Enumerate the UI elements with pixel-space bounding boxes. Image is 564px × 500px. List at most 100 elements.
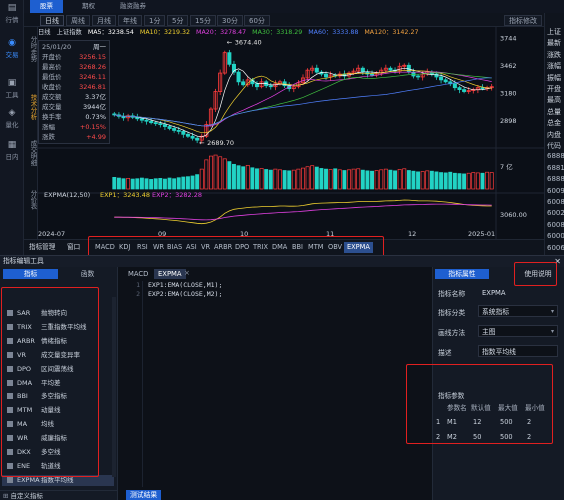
volume-bar[interactable] (199, 168, 204, 190)
side-tab-technical[interactable]: 技术分析 (24, 89, 38, 125)
volume-bar[interactable] (462, 173, 467, 190)
candle-body[interactable] (314, 67, 319, 73)
volume-bar[interactable] (282, 170, 287, 190)
volume-bar[interactable] (172, 178, 177, 190)
volume-bar[interactable] (429, 170, 434, 190)
code-tab-expma[interactable]: EXPMA (154, 269, 186, 279)
kline-chart[interactable]: 37443462318028987 亿3060.00← 3674.40← 268… (38, 27, 544, 239)
volume-bar[interactable] (218, 156, 223, 190)
side-tab-timeshare[interactable]: 分时走势 (24, 31, 38, 67)
volume-bar[interactable] (236, 165, 241, 190)
volume-bar[interactable] (411, 170, 416, 190)
nav-quant[interactable]: ◈ 量化 (0, 108, 24, 129)
volume-bar[interactable] (268, 169, 273, 190)
list-scrollbar[interactable] (112, 297, 116, 477)
volume-bar[interactable] (406, 170, 411, 190)
volume-bar[interactable] (466, 172, 471, 190)
volume-bar[interactable] (190, 175, 195, 190)
volume-bar[interactable] (227, 161, 232, 190)
ma-symbol[interactable]: 上证指数 (57, 29, 82, 36)
candle-body[interactable] (158, 123, 163, 126)
volume-bar[interactable] (139, 177, 144, 190)
category-select[interactable]: 系统指标 ▾ (478, 305, 558, 317)
volume-bar[interactable] (425, 170, 430, 190)
volume-bar[interactable] (167, 177, 172, 190)
volume-bar[interactable] (485, 171, 490, 190)
candle-body[interactable] (185, 133, 190, 137)
period-week[interactable]: 周线 (66, 15, 90, 26)
volume-bar[interactable] (255, 168, 259, 190)
volume-bar[interactable] (232, 163, 236, 190)
volume-bar[interactable] (245, 164, 250, 190)
volume-bar[interactable] (379, 169, 384, 190)
tab-stock[interactable]: 股票 (30, 0, 63, 13)
code-tab-macd[interactable]: MACD (124, 269, 152, 279)
period-1min[interactable]: 1分 (144, 15, 166, 26)
volume-bar[interactable] (278, 169, 282, 190)
candle-body[interactable] (439, 76, 444, 81)
candle-body[interactable] (241, 81, 246, 86)
volume-bar[interactable] (324, 168, 328, 190)
candle-body[interactable] (144, 119, 149, 122)
period-month[interactable]: 月线 (92, 15, 116, 26)
candle-body[interactable] (236, 71, 241, 83)
volume-bar[interactable] (439, 172, 444, 190)
code-line[interactable]: 1 EXP1:EMA(CLOSE,M1); (122, 281, 222, 289)
period-60min[interactable]: 60分 (244, 15, 270, 26)
volume-bar[interactable] (319, 168, 324, 190)
nav-tools[interactable]: ▣ 工具 (0, 78, 24, 99)
window-tab[interactable]: 窗口 (64, 242, 83, 253)
candle-body[interactable] (162, 124, 167, 127)
volume-bar[interactable] (121, 178, 126, 190)
volume-bar[interactable] (420, 171, 425, 190)
volume-bar[interactable] (402, 168, 407, 190)
nav-trade[interactable]: ◉ 交易 (0, 38, 24, 59)
period-year[interactable]: 年线 (118, 15, 142, 26)
candle-body[interactable] (190, 135, 195, 139)
tab-functions[interactable]: 函数 (60, 269, 115, 279)
volume-bar[interactable] (162, 178, 167, 190)
volume-bar[interactable] (204, 159, 209, 190)
volume-bar[interactable] (158, 178, 163, 190)
volume-bar[interactable] (181, 176, 186, 190)
volume-bar[interactable] (305, 166, 310, 190)
volume-bar[interactable] (457, 173, 462, 190)
volume-bar[interactable] (195, 174, 200, 190)
volume-bar[interactable] (393, 170, 398, 190)
volume-bar[interactable] (365, 170, 370, 190)
volume-bar[interactable] (314, 166, 319, 190)
volume-bar[interactable] (452, 172, 457, 190)
volume-bar[interactable] (351, 168, 356, 190)
volume-bar[interactable] (126, 178, 131, 190)
draw-method-select[interactable]: 主图 ▾ (478, 325, 558, 337)
volume-bar[interactable] (337, 169, 342, 190)
volume-bar[interactable] (489, 172, 494, 190)
nav-quote[interactable]: ▤ 行情 (0, 3, 24, 24)
volume-bar[interactable] (250, 167, 255, 190)
volume-bar[interactable] (176, 177, 181, 190)
volume-bar[interactable] (342, 170, 347, 190)
code-tab-close-icon[interactable]: × (184, 269, 190, 277)
volume-bar[interactable] (153, 178, 158, 190)
volume-bar[interactable] (144, 178, 149, 190)
candle-body[interactable] (268, 85, 273, 88)
code-line[interactable]: 2 EXP2:EMA(CLOSE,M2); (122, 290, 222, 298)
volume-bar[interactable] (360, 169, 365, 190)
volume-bar[interactable] (347, 169, 351, 190)
volume-bar[interactable] (208, 155, 213, 190)
candle-body[interactable] (181, 130, 186, 135)
candle-body[interactable] (167, 126, 172, 129)
volume-bar[interactable] (443, 172, 448, 190)
candle-body[interactable] (153, 122, 158, 125)
tab-properties[interactable]: 指标属性 (435, 269, 489, 279)
candle-body[interactable] (462, 89, 467, 92)
volume-bar[interactable] (310, 165, 315, 190)
volume-bar[interactable] (328, 169, 333, 190)
candle-body[interactable] (416, 75, 421, 78)
volume-bar[interactable] (383, 168, 388, 190)
volume-bar[interactable] (222, 158, 227, 190)
custom-indicator-folder[interactable]: ⊞ 自定义指标 (0, 490, 118, 500)
volume-bar[interactable] (130, 178, 135, 190)
volume-bar[interactable] (388, 169, 393, 190)
candle-body[interactable] (370, 73, 375, 76)
